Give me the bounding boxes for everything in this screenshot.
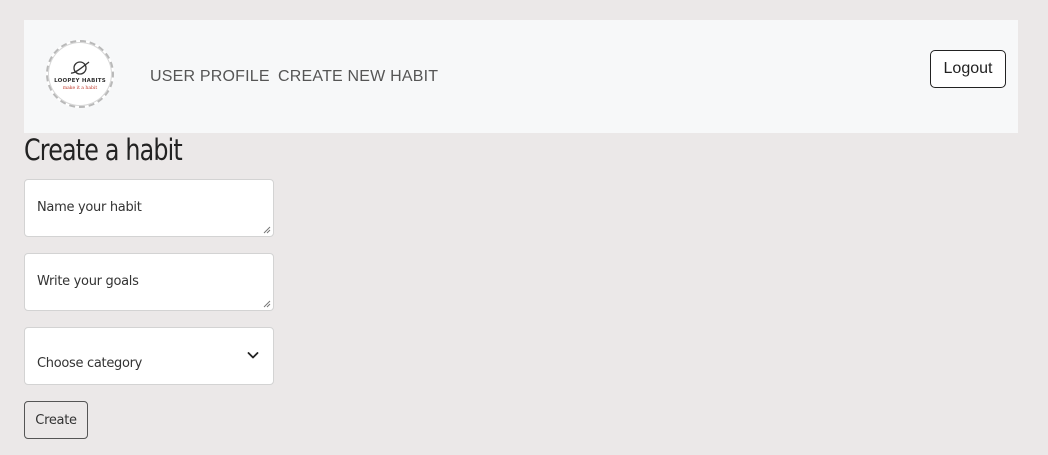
nav-link-create-new-habit[interactable]: CREATE NEW HABIT [278, 68, 438, 86]
logout-button[interactable]: Logout [930, 50, 1006, 88]
habit-goals-input[interactable] [25, 254, 273, 310]
category-select[interactable]: Choose category [24, 327, 274, 385]
page-title: Create a habit [24, 133, 183, 167]
resize-handle-icon[interactable] [263, 226, 271, 234]
navbar: LOOPEY HABITS make it a habit USER PROFI… [24, 20, 1018, 133]
nav-link-user-profile[interactable]: USER PROFILE [150, 68, 270, 86]
habit-name-input[interactable] [25, 180, 273, 236]
create-button[interactable]: Create [24, 401, 88, 439]
chevron-down-icon [247, 352, 259, 359]
habit-name-field-wrapper [24, 179, 274, 237]
planet-icon [70, 61, 90, 75]
resize-handle-icon[interactable] [263, 300, 271, 308]
logo-title: LOOPEY HABITS [54, 78, 106, 84]
app-logo[interactable]: LOOPEY HABITS make it a habit [46, 40, 114, 108]
logo-tagline: make it a habit [62, 85, 98, 91]
habit-goals-field-wrapper [24, 253, 274, 311]
category-select-value: Choose category [37, 356, 143, 371]
